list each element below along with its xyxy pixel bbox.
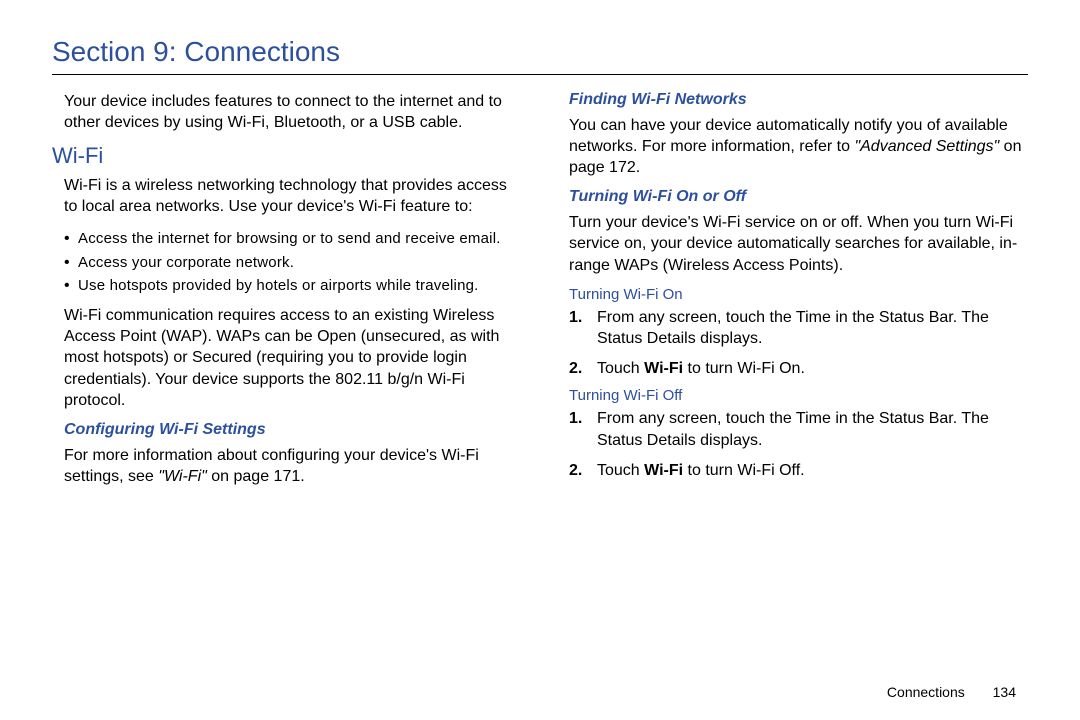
cross-ref: "Advanced Settings" — [854, 138, 999, 155]
wifi-lead: Wi-Fi is a wireless networking technolog… — [52, 175, 523, 217]
configuring-heading: Configuring Wi-Fi Settings — [52, 421, 523, 439]
turning-heading: Turning Wi-Fi On or Off — [557, 188, 1028, 206]
turning-on-steps: From any screen, touch the Time in the S… — [557, 307, 1028, 380]
list-item: Touch Wi-Fi to turn Wi-Fi Off. — [569, 460, 1028, 482]
list-item: Access the internet for browsing or to s… — [64, 227, 523, 250]
page-number: 134 — [993, 684, 1016, 700]
section-title: Section 9: Connections — [52, 36, 1028, 68]
cross-ref: "Wi-Fi" — [158, 468, 207, 485]
turning-off-steps: From any screen, touch the Time in the S… — [557, 408, 1028, 481]
wifi-bullets: Access the internet for browsing or to s… — [52, 227, 523, 297]
ui-label: Wi-Fi — [644, 360, 683, 377]
configuring-text: For more information about configuring y… — [52, 445, 523, 487]
ui-label: Wi-Fi — [644, 462, 683, 479]
text-suffix: on page 171. — [207, 468, 305, 485]
list-item: Use hotspots provided by hotels or airpo… — [64, 274, 523, 297]
step-prefix: Touch — [597, 462, 644, 479]
step-prefix: Touch — [597, 360, 644, 377]
page-footer: Connections 134 — [887, 684, 1016, 700]
list-item: From any screen, touch the Time in the S… — [569, 408, 1028, 451]
footer-chapter: Connections — [887, 684, 965, 700]
turning-off-heading: Turning Wi-Fi Off — [557, 387, 1028, 404]
list-item: Touch Wi-Fi to turn Wi-Fi On. — [569, 358, 1028, 380]
intro-paragraph: Your device includes features to connect… — [52, 91, 523, 133]
step-suffix: to turn Wi-Fi On. — [683, 360, 805, 377]
finding-heading: Finding Wi-Fi Networks — [557, 91, 1028, 109]
wifi-heading: Wi-Fi — [52, 143, 523, 169]
step-suffix: to turn Wi-Fi Off. — [683, 462, 805, 479]
right-column: Finding Wi-Fi Networks You can have your… — [557, 91, 1028, 497]
list-item: Access your corporate network. — [64, 251, 523, 274]
turning-lead: Turn your device's Wi-Fi service on or o… — [557, 212, 1028, 275]
finding-text: You can have your device automatically n… — [557, 115, 1028, 178]
two-column-layout: Your device includes features to connect… — [52, 91, 1028, 497]
list-item: From any screen, touch the Time in the S… — [569, 307, 1028, 350]
wap-paragraph: Wi-Fi communication requires access to a… — [52, 305, 523, 411]
horizontal-rule — [52, 74, 1028, 75]
left-column: Your device includes features to connect… — [52, 91, 523, 497]
turning-on-heading: Turning Wi-Fi On — [557, 286, 1028, 303]
